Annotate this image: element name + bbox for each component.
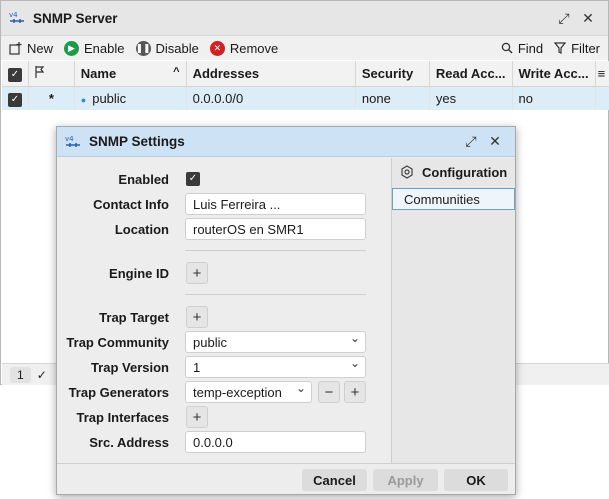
new-button[interactable]: New: [9, 41, 53, 56]
dialog-title: SNMP Settings: [89, 134, 185, 149]
location-label: Location: [114, 221, 169, 237]
trap-target-label: Trap Target: [99, 309, 169, 325]
enable-label: Enable: [84, 40, 125, 56]
column-header-addresses[interactable]: Addresses: [186, 61, 356, 87]
remove-icon: ✕: [209, 40, 225, 56]
select-all-checkbox[interactable]: ✓: [2, 61, 29, 87]
enabled-checkbox[interactable]: ✓: [186, 172, 200, 186]
new-label: New: [27, 40, 54, 56]
trap-community-select[interactable]: public: [185, 331, 366, 353]
add-trap-interface-button[interactable]: +: [186, 406, 208, 428]
snmp-settings-dialog: v4 SNMP Settings ⤢ ✕ Enabled ✓ Contact I…: [56, 126, 516, 495]
trap-interfaces-label: Trap Interfaces: [76, 409, 170, 425]
cell-write-access: no: [512, 86, 596, 110]
restore-icon[interactable]: ⤢: [459, 130, 483, 154]
flag-icon: [35, 65, 45, 81]
contact-row: Contact Info Luis Ferreira ...: [57, 193, 391, 215]
close-icon[interactable]: ✕: [576, 6, 600, 30]
communities-link[interactable]: Communities: [392, 188, 515, 210]
trap-version-row: Trap Version 1: [57, 356, 391, 378]
table-header-row: ✓ Name ^ Addresses Security Read Acc... W…: [2, 61, 609, 87]
cell-read-access: yes: [429, 86, 513, 110]
find-button[interactable]: Find: [501, 41, 543, 56]
check-icon: ✓: [36, 367, 47, 382]
close-icon[interactable]: ✕: [483, 130, 507, 154]
column-menu-icon[interactable]: ≡: [595, 61, 609, 87]
toolbar: New ▶ Enable ❚❚ Disable ✕ Remove Find Fi…: [1, 36, 608, 60]
dialog-footer: Cancel Apply OK: [57, 463, 515, 494]
title-bar: v4 SNMP Server ⤢ ✕: [1, 1, 608, 36]
add-trap-target-button[interactable]: +: [186, 306, 208, 328]
pause-icon: ❚❚: [135, 40, 151, 56]
cell-name: ● public: [74, 86, 187, 110]
item-count: 1: [10, 366, 31, 383]
sort-asc-icon: ^: [173, 65, 180, 78]
trap-version-select[interactable]: 1: [185, 356, 366, 378]
flag-column-header[interactable]: [28, 61, 75, 87]
column-header-security[interactable]: Security: [355, 61, 430, 87]
src-address-label: Src. Address: [89, 434, 169, 450]
src-address-row: Src. Address 0.0.0.0: [57, 431, 391, 453]
window-title: SNMP Server: [33, 10, 118, 26]
gear-icon: [400, 165, 414, 179]
remove-button[interactable]: ✕ Remove: [209, 40, 279, 56]
src-address-field[interactable]: 0.0.0.0: [185, 431, 366, 453]
trap-community-label: Trap Community: [66, 334, 169, 350]
side-panel: Configuration Communities: [391, 158, 515, 463]
column-header-read-access[interactable]: Read Acc...: [429, 61, 513, 87]
divider: [185, 294, 366, 295]
location-row: Location routerOS en SMR1: [57, 218, 391, 240]
engine-row: Engine ID +: [57, 262, 391, 284]
column-header-write-access[interactable]: Write Acc...: [512, 61, 596, 87]
add-generator-button[interactable]: +: [344, 381, 366, 403]
divider: [185, 250, 366, 251]
restore-icon[interactable]: ⤢: [552, 6, 576, 30]
svg-text:v4: v4: [9, 11, 18, 19]
column-header-name[interactable]: Name ^: [74, 61, 187, 87]
trap-generators-label: Trap Generators: [68, 384, 169, 400]
status-dot-icon: ●: [80, 94, 87, 105]
engine-id-label: Engine ID: [109, 265, 169, 281]
trap-community-row: Trap Community public: [57, 331, 391, 353]
trap-generators-row: Trap Generators temp-exception − +: [57, 381, 391, 403]
new-icon: [9, 41, 22, 55]
search-icon: [501, 42, 513, 54]
trap-version-label: Trap Version: [90, 359, 169, 375]
remove-generator-button[interactable]: −: [318, 381, 340, 403]
disable-label: Disable: [155, 40, 199, 56]
remove-label: Remove: [229, 40, 279, 56]
cell-addresses: 0.0.0.0/0: [186, 86, 356, 110]
play-icon: ▶: [64, 40, 80, 56]
dialog-title-bar: v4 SNMP Settings ⤢ ✕: [57, 127, 515, 157]
enabled-row: Enabled ✓: [57, 168, 391, 190]
add-engine-id-button[interactable]: +: [186, 262, 208, 284]
app-icon: v4: [65, 134, 81, 150]
filter-button[interactable]: Filter: [554, 41, 600, 56]
disable-button[interactable]: ❚❚ Disable: [135, 40, 199, 56]
row-checkbox[interactable]: ✓: [2, 86, 29, 110]
configuration-header: Configuration: [392, 158, 515, 186]
contact-info-field[interactable]: Luis Ferreira ...: [185, 193, 366, 215]
settings-form: Enabled ✓ Contact Info Luis Ferreira ...…: [57, 158, 391, 463]
filter-label: Filter: [571, 40, 600, 56]
trap-generators-select[interactable]: temp-exception: [185, 381, 312, 403]
cancel-button[interactable]: Cancel: [302, 469, 367, 491]
app-icon: v4: [9, 10, 25, 26]
trap-interfaces-row: Trap Interfaces +: [57, 406, 391, 428]
cell-security: none: [355, 86, 430, 110]
enabled-label: Enabled: [118, 171, 169, 187]
apply-button[interactable]: Apply: [373, 469, 438, 491]
find-label: Find: [517, 40, 544, 56]
ok-button[interactable]: OK: [444, 469, 508, 491]
table-row[interactable]: ✓ * ● public 0.0.0.0/0 none yes no: [2, 86, 609, 110]
row-flag: *: [28, 86, 75, 110]
svg-text:v4: v4: [65, 135, 74, 143]
location-field[interactable]: routerOS en SMR1: [185, 218, 366, 240]
filter-icon: [554, 42, 567, 54]
communities-table: ✓ Name ^ Addresses Security Read Acc... W…: [2, 61, 609, 110]
enable-button[interactable]: ▶ Enable: [64, 40, 125, 56]
trap-target-row: Trap Target +: [57, 306, 391, 328]
contact-label: Contact Info: [93, 196, 169, 212]
